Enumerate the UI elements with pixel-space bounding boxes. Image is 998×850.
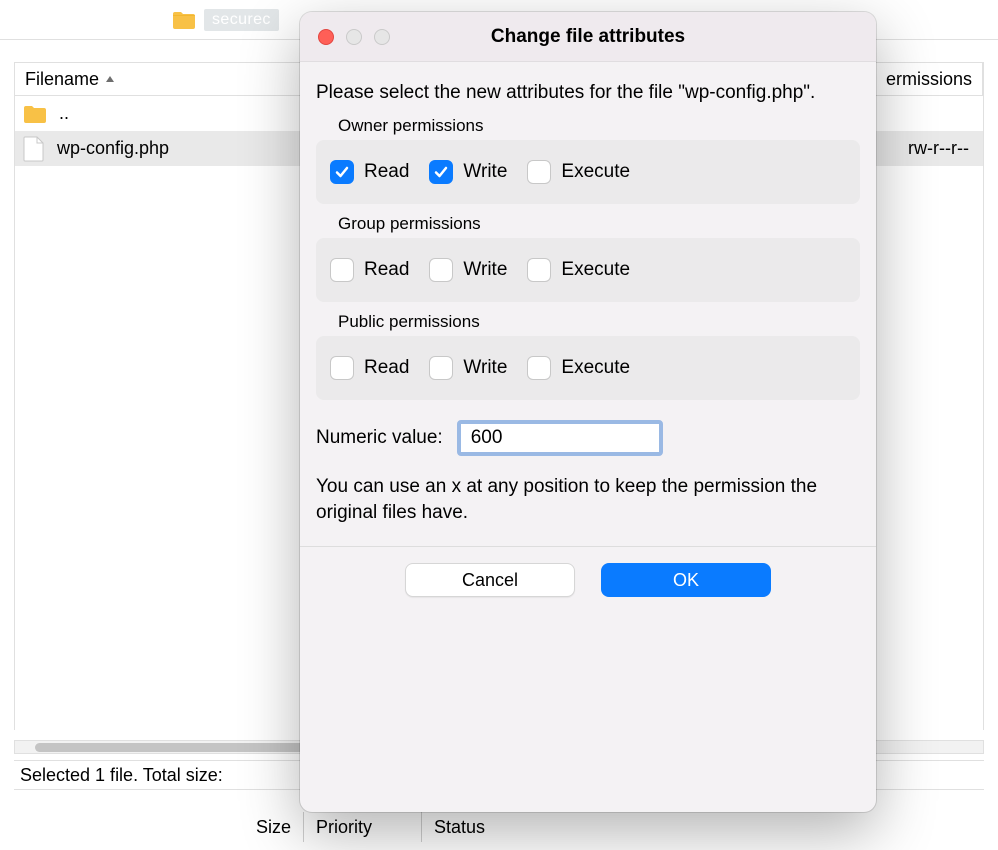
group-read-checkbox[interactable]: Read: [330, 258, 409, 282]
dialog-title: Change file attributes: [300, 26, 876, 48]
write-label: Write: [463, 161, 507, 183]
public-execute-checkbox[interactable]: Execute: [527, 356, 630, 380]
public-write-checkbox[interactable]: Write: [429, 356, 507, 380]
owner-permissions-group: Read Write Execute: [316, 140, 860, 204]
write-label: Write: [463, 259, 507, 281]
execute-label: Execute: [561, 161, 630, 183]
column-header-permissions[interactable]: ermissions: [876, 63, 983, 95]
group-execute-checkbox[interactable]: Execute: [527, 258, 630, 282]
folder-icon: [172, 10, 196, 30]
owner-execute-checkbox[interactable]: Execute: [527, 160, 630, 184]
owner-write-checkbox[interactable]: Write: [429, 160, 507, 184]
change-attributes-dialog: Change file attributes Please select the…: [300, 12, 876, 812]
public-permissions-label: Public permissions: [338, 312, 860, 332]
transfer-queue-headers: Size Priority Status: [14, 812, 984, 842]
public-permissions-group: Read Write Execute: [316, 336, 860, 400]
owner-read-checkbox[interactable]: Read: [330, 160, 409, 184]
read-label: Read: [364, 259, 409, 281]
group-write-checkbox[interactable]: Write: [429, 258, 507, 282]
group-permissions-label: Group permissions: [338, 214, 860, 234]
numeric-hint: You can use an x at any position to keep…: [316, 474, 860, 526]
file-permissions: rw-r--r--: [908, 138, 983, 159]
execute-label: Execute: [561, 357, 630, 379]
column-header-permissions-label: ermissions: [886, 69, 972, 90]
file-icon: [23, 136, 45, 162]
queue-header-priority-label: Priority: [316, 817, 372, 838]
ok-button[interactable]: OK: [601, 563, 771, 597]
read-label: Read: [364, 161, 409, 183]
status-text: Selected 1 file. Total size:: [20, 765, 223, 786]
dialog-titlebar[interactable]: Change file attributes: [300, 12, 876, 62]
path-folder-label[interactable]: securec: [204, 9, 279, 31]
parent-dir-label: ..: [59, 103, 69, 124]
public-read-checkbox[interactable]: Read: [330, 356, 409, 380]
dialog-body: Please select the new attributes for the…: [300, 62, 876, 615]
file-name: wp-config.php: [57, 138, 169, 159]
queue-header-status[interactable]: Status: [422, 812, 984, 842]
execute-label: Execute: [561, 259, 630, 281]
dialog-intro: Please select the new attributes for the…: [316, 80, 860, 106]
folder-icon: [23, 104, 47, 124]
dialog-buttons: Cancel OK: [316, 547, 860, 615]
numeric-value-label: Numeric value:: [316, 427, 443, 449]
queue-header-priority[interactable]: Priority: [304, 812, 422, 842]
numeric-value-input[interactable]: [457, 420, 663, 456]
write-label: Write: [463, 357, 507, 379]
queue-header-size-label: Size: [256, 817, 291, 838]
group-permissions-group: Read Write Execute: [316, 238, 860, 302]
numeric-value-row: Numeric value:: [316, 420, 860, 456]
queue-header-status-label: Status: [434, 817, 485, 838]
read-label: Read: [364, 357, 409, 379]
sort-asc-icon: [105, 74, 115, 84]
queue-header-size[interactable]: Size: [14, 812, 304, 842]
cancel-button[interactable]: Cancel: [405, 563, 575, 597]
column-header-filename-label: Filename: [25, 69, 99, 90]
owner-permissions-label: Owner permissions: [338, 116, 860, 136]
